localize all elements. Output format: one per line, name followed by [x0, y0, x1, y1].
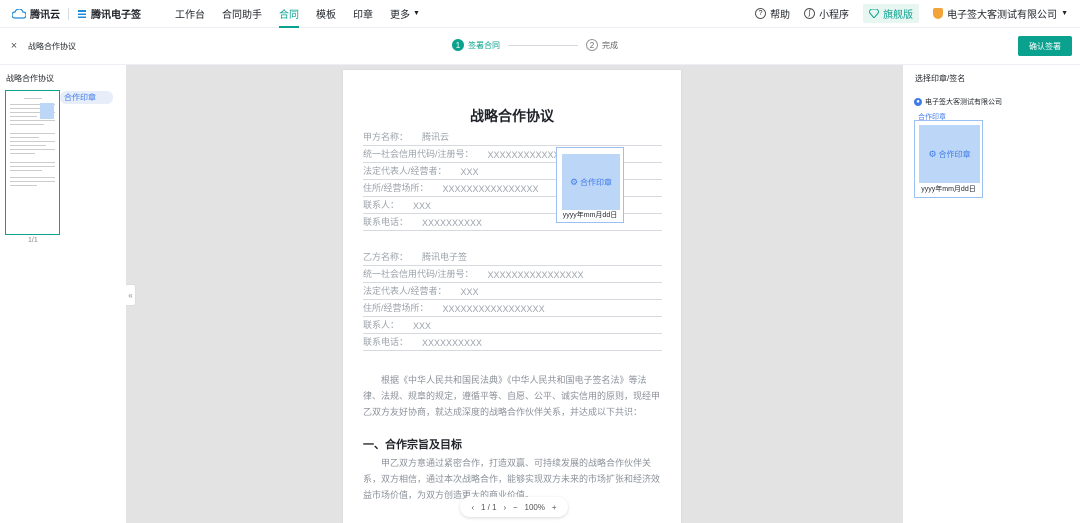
- help-label: 帮助: [770, 10, 791, 21]
- party-b-phone-field: 联系电话： XXXXXXXXXX: [363, 335, 662, 351]
- confirm-sign-button[interactable]: 确认签署: [1018, 36, 1072, 56]
- party-b-contact-field: 联系人： XXX: [363, 318, 662, 334]
- nav-workbench[interactable]: 工作台: [175, 0, 205, 28]
- seal-icon: ⚙: [569, 176, 579, 187]
- party-b-name-field: 乙方名称： 腾讯电子签: [363, 250, 662, 266]
- signer-company-name: 电子签大客测试有限公司: [925, 99, 1002, 106]
- collapse-panel-button[interactable]: «: [126, 284, 136, 306]
- page-thumbnail[interactable]: [5, 90, 60, 235]
- help-icon: ?: [755, 8, 767, 19]
- top-nav: 腾讯云 腾讯电子签 工作台 合同助手 合同 模板 印章 更多 ▼ ? 帮助 ʃ …: [0, 0, 1080, 28]
- nav-template[interactable]: 模板: [316, 0, 336, 28]
- left-panel: 战略合作协议 1/1 合作印章: [0, 65, 126, 523]
- zoom-level: 100%: [524, 502, 545, 512]
- cloud-icon: [12, 8, 26, 19]
- document-canvas: 战略合作协议 甲方名称： 腾讯云 统一社会信用代码/注册号： XXXXXXXXXXX…: [126, 65, 903, 523]
- seal-option-preview: ⚙ 合作印章: [919, 125, 980, 183]
- company-switcher[interactable]: 电子签大客测试有限公司 ▼: [933, 6, 1068, 21]
- sub-header: × 战略合作协议 1 签署合同 2 完成 确认签署: [0, 28, 1080, 65]
- step-connector: [508, 44, 578, 46]
- nav-right: ? 帮助 ʃ 小程序 旗舰版 电子签大客测试有限公司 ▼: [755, 4, 1068, 23]
- page-toolbar: ‹ 1 / 1 › − 100% +: [460, 497, 568, 517]
- thumbnail-page-indicator: 1/1: [28, 237, 38, 244]
- nav-more-label: 更多: [390, 10, 410, 21]
- diamond-icon: [869, 9, 880, 18]
- step-1-number: 1: [452, 39, 464, 51]
- vip-badge[interactable]: 旗舰版: [863, 4, 920, 23]
- section-1-paragraph: 甲乙双方意通过紧密合作，打造双赢、可持续发展的战略合作伙伴关系，双方相信，通过本…: [363, 458, 661, 500]
- party-a-name-field: 甲方名称： 腾讯云: [363, 130, 662, 146]
- page-indicator: 1 / 1: [480, 502, 497, 512]
- seal-preview: ⚙ 合作印章: [562, 154, 620, 210]
- caret-down-icon: ▼: [1061, 10, 1068, 17]
- brand[interactable]: 腾讯云 腾讯电子签: [12, 6, 141, 21]
- mini-program-icon: ʃ: [804, 8, 816, 19]
- shield-icon: [933, 8, 944, 19]
- esign-icon: [78, 9, 86, 18]
- tencent-cloud-logo[interactable]: 腾讯云: [12, 6, 60, 21]
- company-name: 电子签大客测试有限公司: [947, 10, 1058, 21]
- brand-name: 腾讯云: [30, 10, 60, 21]
- document-page: 战略合作协议 甲方名称： 腾讯云 统一社会信用代码/注册号： XXXXXXXXXXX…: [343, 70, 681, 523]
- step-2-number: 2: [586, 39, 598, 51]
- zoom-out-button[interactable]: −: [513, 503, 518, 512]
- party-b-credit-code-field: 统一社会信用代码/注册号： XXXXXXXXXXXXXXXX: [363, 267, 662, 283]
- party-b-address-field: 住所/经营场所： XXXXXXXXXXXXXXXXX: [363, 301, 662, 317]
- mini-program-link[interactable]: ʃ 小程序: [804, 6, 849, 21]
- doc-title: 战略合作协议: [28, 41, 76, 51]
- caret-down-icon: ▼: [413, 10, 420, 17]
- step-1-label: 签署合同: [468, 40, 500, 50]
- main-menu: 工作台 合同助手 合同 模板 印章 更多 ▼: [175, 0, 437, 28]
- help-link[interactable]: ? 帮助: [755, 6, 790, 21]
- step-2-label: 完成: [602, 40, 618, 50]
- preamble-paragraph: 根据《中华人民共和国民法典》《中华人民共和国电子签名法》等法律、法规、规章的规定…: [363, 375, 661, 417]
- vip-label: 旗舰版: [883, 10, 914, 21]
- next-page-button[interactable]: ›: [503, 503, 506, 512]
- seal-option-label: 合作印章: [938, 149, 971, 159]
- company-icon: ●: [914, 98, 922, 106]
- seal-date: yyyy年mm月dd日: [562, 212, 618, 219]
- signer-company: ● 电子签大客测试有限公司: [914, 97, 1002, 107]
- nav-seal[interactable]: 印章: [353, 0, 373, 28]
- seal-placement-box[interactable]: ⚙ 合作印章 yyyy年mm月dd日: [556, 147, 624, 223]
- seal-option-date: yyyy年mm月dd日: [921, 186, 976, 193]
- sign-area-tag[interactable]: 合作印章: [60, 91, 113, 104]
- prev-page-button[interactable]: ‹: [471, 503, 474, 512]
- left-panel-title: 战略合作协议: [6, 74, 54, 83]
- seal-icon: ⚙: [928, 148, 937, 159]
- right-panel: 选择印章/签名 ● 电子签大客测试有限公司 合作印章 ⚙ 合作印章 yyyy年m…: [903, 65, 1080, 523]
- product-name: 腾讯电子签: [91, 10, 141, 21]
- brand-divider: [68, 7, 69, 20]
- nav-contract[interactable]: 合同: [279, 0, 299, 28]
- party-b-legal-rep-field: 法定代表人/经营者： XXX: [363, 284, 662, 300]
- seal-label: 合作印章: [580, 177, 613, 187]
- nav-contract-assistant[interactable]: 合同助手: [222, 0, 262, 28]
- seal-option-card[interactable]: ⚙ 合作印章 yyyy年mm月dd日: [914, 120, 983, 198]
- document-title: 战略合作协议: [470, 108, 554, 124]
- thumbnail-seal-area: [40, 103, 54, 119]
- zoom-in-button[interactable]: +: [552, 503, 557, 512]
- step-indicator: 1 签署合同 2 完成: [452, 39, 618, 51]
- section-1-heading: 一、合作宗旨及目标: [363, 439, 462, 451]
- right-panel-title: 选择印章/签名: [915, 74, 966, 83]
- mini-program-label: 小程序: [819, 10, 850, 21]
- close-icon[interactable]: ×: [8, 40, 20, 52]
- nav-more[interactable]: 更多 ▼: [390, 0, 420, 28]
- esign-logo[interactable]: 腾讯电子签: [77, 6, 141, 21]
